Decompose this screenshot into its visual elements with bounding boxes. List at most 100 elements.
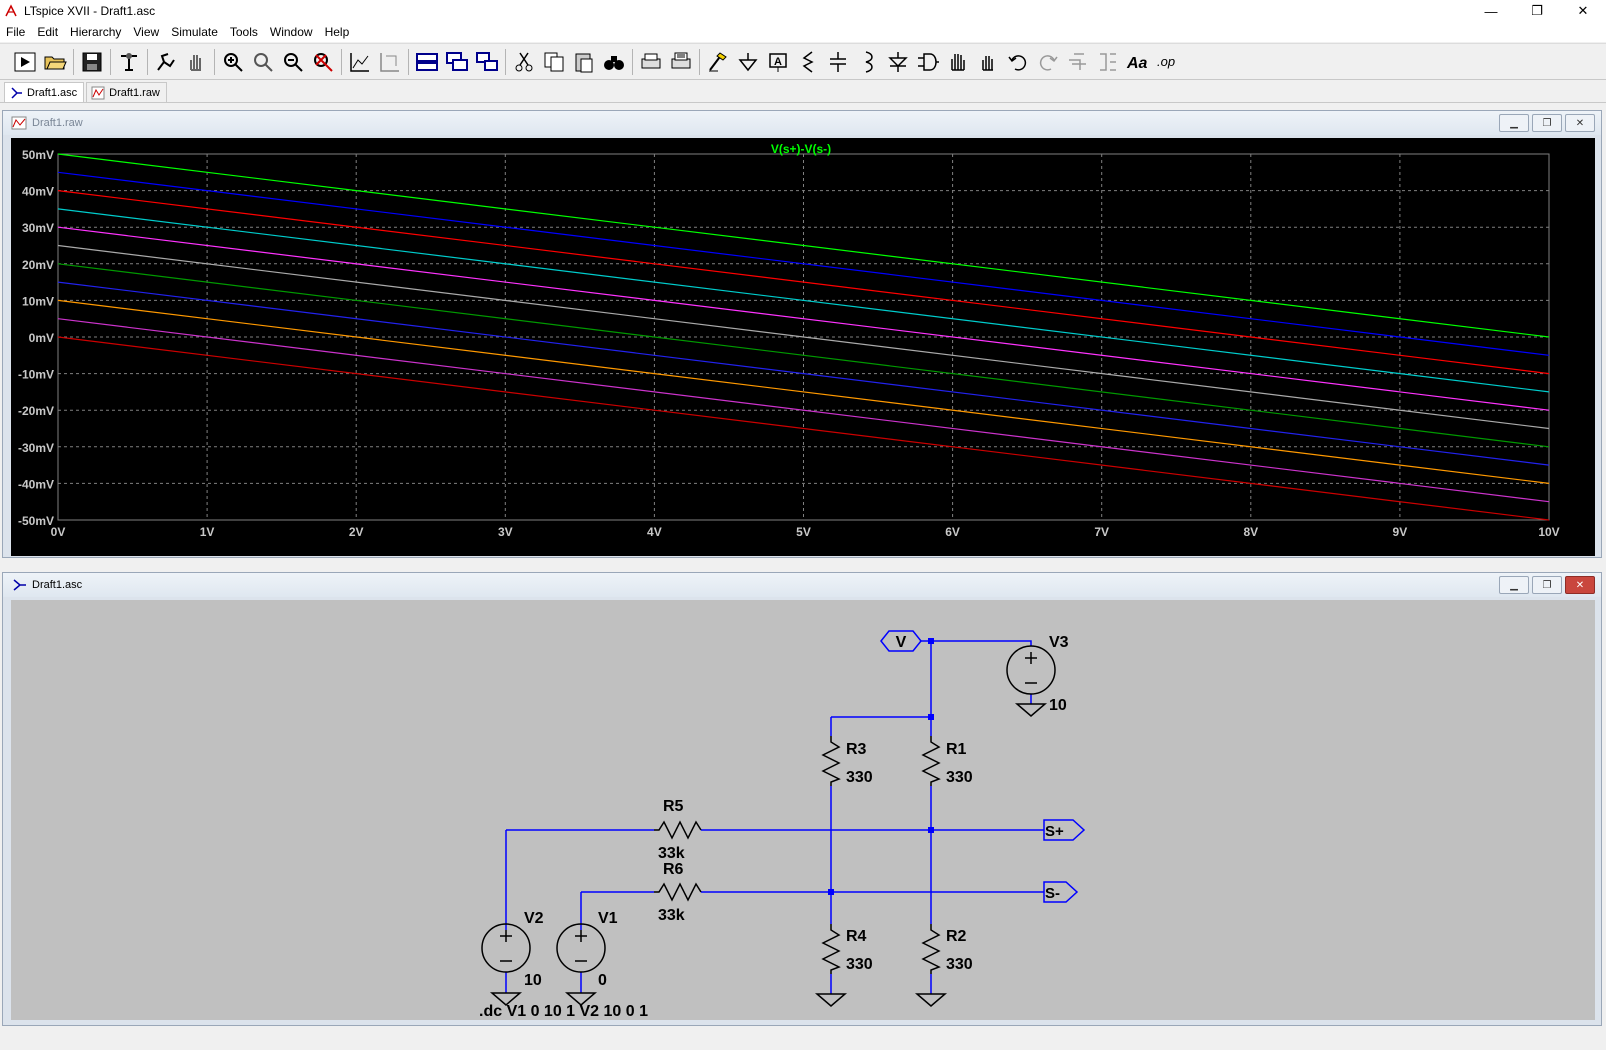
- component-icon[interactable]: [913, 47, 943, 77]
- print-icon[interactable]: [636, 47, 666, 77]
- waveform-chart[interactable]: 0V 1V 2V 3V 4V 5V 6V 7V 8V 9V 10V50mV40mV30mV20mV1…: [11, 138, 1595, 556]
- y-tick-label: 20mV: [22, 258, 54, 272]
- text-icon[interactable]: Aa: [1123, 47, 1153, 77]
- rotate-icon[interactable]: [1063, 47, 1093, 77]
- net-label-sminus[interactable]: S-: [1043, 881, 1079, 903]
- menu-file[interactable]: File: [0, 22, 31, 42]
- copy-icon[interactable]: [539, 47, 569, 77]
- zoom-out-icon[interactable]: [278, 47, 308, 77]
- r5-name[interactable]: R5: [663, 798, 684, 815]
- cut-icon[interactable]: [509, 47, 539, 77]
- schematic-canvas[interactable]: V S+ S- V3 10 R3 330 R1 330 R5 33k R6 33…: [11, 600, 1595, 1020]
- schematic-drawing[interactable]: V S+ S- V3 10 R3 330 R1 330 R5 33k R6 33…: [11, 600, 1595, 1020]
- ground-symbol-r2[interactable]: [914, 993, 948, 1007]
- cascade-icon[interactable]: [442, 47, 472, 77]
- zoom-in-icon[interactable]: [218, 47, 248, 77]
- close-button[interactable]: ✕: [1560, 0, 1606, 22]
- zoom-area-icon[interactable]: [248, 47, 278, 77]
- spice-directive-text[interactable]: .dc V1 0 10 1 V2 10 0 1: [479, 1003, 648, 1020]
- tile-vertical-icon[interactable]: [472, 47, 502, 77]
- zoom-fit-icon[interactable]: [308, 47, 338, 77]
- r6-name[interactable]: R6: [663, 861, 684, 878]
- schematic-close-button[interactable]: ✕: [1565, 576, 1595, 594]
- pan-hand-icon[interactable]: [181, 47, 211, 77]
- capacitor-icon[interactable]: [823, 47, 853, 77]
- v3-name[interactable]: V3: [1049, 634, 1069, 651]
- voltage-source-v2[interactable]: [481, 923, 531, 973]
- ground-icon[interactable]: [733, 47, 763, 77]
- r1-value[interactable]: 330: [946, 769, 973, 786]
- voltage-source-v3[interactable]: [1006, 645, 1056, 695]
- tab-waveform[interactable]: Draft1.raw: [86, 82, 167, 102]
- schematic-window-titlebar: Draft1.asc ▁ ❐ ✕: [3, 573, 1601, 597]
- minimize-button[interactable]: —: [1468, 0, 1514, 22]
- ground-symbol-v3[interactable]: [1014, 703, 1048, 717]
- waveform-close-button[interactable]: ✕: [1565, 114, 1595, 132]
- waveform-minimize-button[interactable]: ▁: [1499, 114, 1529, 132]
- trace-label[interactable]: V(s+)-V(s-): [771, 142, 831, 156]
- menu-window[interactable]: Window: [264, 22, 319, 42]
- net-label-splus[interactable]: S+: [1043, 819, 1086, 841]
- tab-schematic[interactable]: Draft1.asc: [4, 82, 85, 102]
- v2-name[interactable]: V2: [524, 910, 544, 927]
- move-icon[interactable]: [943, 47, 973, 77]
- menu-tools[interactable]: Tools: [224, 22, 264, 42]
- menu-simulate[interactable]: Simulate: [165, 22, 224, 42]
- autorange-icon[interactable]: [345, 47, 375, 77]
- schematic-restore-button[interactable]: ❐: [1532, 576, 1562, 594]
- window-title: LTspice XVII - Draft1.asc: [24, 4, 156, 18]
- r6-value[interactable]: 33k: [658, 907, 685, 924]
- inductor-icon[interactable]: [853, 47, 883, 77]
- resistor-r3[interactable]: [821, 736, 841, 786]
- menu-hierarchy[interactable]: Hierarchy: [64, 22, 127, 42]
- menu-help[interactable]: Help: [319, 22, 356, 42]
- wire-icon[interactable]: [703, 47, 733, 77]
- r1-name[interactable]: R1: [946, 741, 967, 758]
- mirror-icon[interactable]: [1093, 47, 1123, 77]
- v1-name[interactable]: V1: [598, 910, 618, 927]
- schematic-minimize-button[interactable]: ▁: [1499, 576, 1529, 594]
- r4-value[interactable]: 330: [846, 956, 873, 973]
- v3-value[interactable]: 10: [1049, 697, 1067, 714]
- ground-symbol-r4[interactable]: [814, 993, 848, 1007]
- halt-icon[interactable]: [151, 47, 181, 77]
- v2-value[interactable]: 10: [524, 972, 542, 989]
- x-tick-label: 8V: [1243, 525, 1258, 539]
- net-label-v[interactable]: V: [880, 630, 922, 652]
- resistor-r6[interactable]: [654, 882, 702, 902]
- r2-value[interactable]: 330: [946, 956, 973, 973]
- open-icon[interactable]: [40, 47, 70, 77]
- r2-name[interactable]: R2: [946, 928, 967, 945]
- redo-icon[interactable]: [1033, 47, 1063, 77]
- print-preview-icon[interactable]: [666, 47, 696, 77]
- r4-name[interactable]: R4: [846, 928, 867, 945]
- v1-value[interactable]: 0: [598, 972, 607, 989]
- drag-icon[interactable]: [973, 47, 1003, 77]
- diode-icon[interactable]: [883, 47, 913, 77]
- x-tick-label: 7V: [1094, 525, 1109, 539]
- menu-edit[interactable]: Edit: [31, 22, 64, 42]
- run-icon[interactable]: [10, 47, 40, 77]
- voltage-source-v1[interactable]: [556, 923, 606, 973]
- label-net-icon[interactable]: A: [763, 47, 793, 77]
- paste-icon[interactable]: [569, 47, 599, 77]
- tile-horizontal-icon[interactable]: [412, 47, 442, 77]
- marker-icon[interactable]: [375, 47, 405, 77]
- resistor-r4[interactable]: [821, 924, 841, 974]
- resistor-r1[interactable]: [921, 736, 941, 786]
- menu-view[interactable]: View: [127, 22, 165, 42]
- waveform-restore-button[interactable]: ❐: [1532, 114, 1562, 132]
- r5-value[interactable]: 33k: [658, 845, 685, 862]
- restore-button[interactable]: ❐: [1514, 0, 1560, 22]
- resistor-r2[interactable]: [921, 924, 941, 974]
- control-panel-icon[interactable]: [114, 47, 144, 77]
- r3-value[interactable]: 330: [846, 769, 873, 786]
- save-icon[interactable]: [77, 47, 107, 77]
- find-icon[interactable]: [599, 47, 629, 77]
- r3-name[interactable]: R3: [846, 741, 867, 758]
- spice-directive-icon[interactable]: .op: [1153, 47, 1183, 77]
- waveform-plot-pane[interactable]: 0V 1V 2V 3V 4V 5V 6V 7V 8V 9V 10V 50mV 40mV 30mV 20mV 1…: [11, 138, 1595, 556]
- undo-icon[interactable]: [1003, 47, 1033, 77]
- resistor-icon[interactable]: [793, 47, 823, 77]
- resistor-r5[interactable]: [654, 820, 702, 840]
